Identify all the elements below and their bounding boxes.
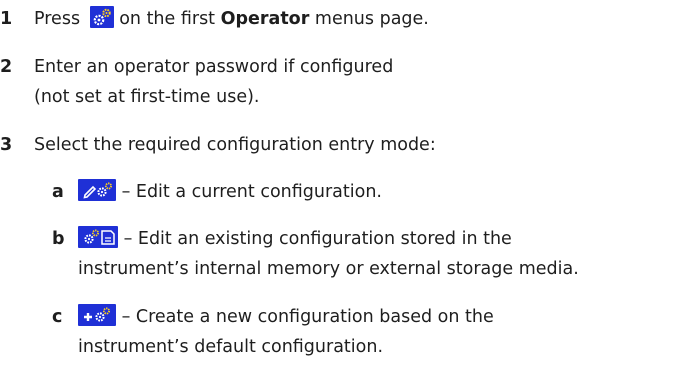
substep-letter: a xyxy=(52,182,64,202)
step-text: Press xyxy=(34,9,81,29)
step-text: Select the required configuration entry … xyxy=(34,135,436,155)
step-text: (not set at first-time use). xyxy=(34,87,260,107)
step-text: Enter an operator password if configured xyxy=(34,57,394,77)
settings-gears-icon xyxy=(89,6,114,28)
substep-letter: b xyxy=(52,229,65,249)
substep-text: instrument’s internal memory or external… xyxy=(78,259,579,279)
substep-text: instrument’s default configuration. xyxy=(78,337,384,357)
step-number: 3 xyxy=(0,135,13,155)
substep-text: – Edit a current configuration. xyxy=(121,182,382,202)
config-storage-icon xyxy=(78,226,118,248)
edit-config-icon xyxy=(78,179,116,201)
substep-letter: c xyxy=(52,307,63,327)
operator-label: Operator xyxy=(220,9,310,29)
substep-text: – Create a new configuration based on th… xyxy=(121,307,494,327)
step-number: 1 xyxy=(0,9,13,29)
new-config-icon xyxy=(78,304,116,326)
step-text: menus page. xyxy=(309,9,429,29)
step-number: 2 xyxy=(0,57,13,77)
step-text: on the first xyxy=(113,9,221,29)
substep-text: – Edit an existing configuration stored … xyxy=(123,229,512,249)
